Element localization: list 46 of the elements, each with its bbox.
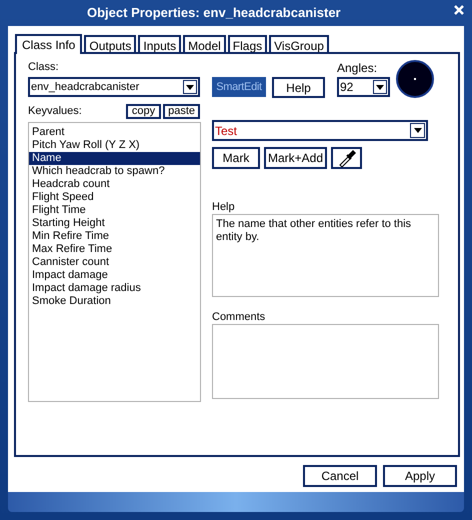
- tab[interactable]: Outputs: [84, 35, 136, 52]
- angles-label: Angles:: [337, 60, 378, 73]
- value-text: Test: [215, 122, 238, 140]
- value-dropdown[interactable]: Test: [212, 120, 428, 141]
- tab[interactable]: VisGroup: [269, 35, 329, 52]
- tab[interactable]: Class Info: [15, 34, 82, 54]
- eyedropper-icon: [336, 149, 356, 167]
- tab[interactable]: Model: [183, 35, 226, 52]
- keyvalues-label: Keyvalues:: [28, 104, 82, 119]
- angles-dropdown[interactable]: 92: [337, 77, 390, 97]
- class-dropdown[interactable]: env_headcrabcanister: [28, 77, 200, 97]
- class-value: env_headcrabcanister: [31, 80, 140, 95]
- window-title: Object Properties: env_headcrabcanister: [87, 4, 341, 22]
- keyvalue-item[interactable]: Impact damage: [29, 269, 200, 282]
- help-label: Help: [212, 200, 236, 213]
- angles-value: 92: [340, 79, 354, 96]
- keyvalue-item[interactable]: Parent: [29, 126, 200, 139]
- keyvalue-item[interactable]: Which headcrab to spawn?: [29, 165, 200, 178]
- tab[interactable]: Flags: [228, 35, 268, 52]
- angle-dial[interactable]: [396, 60, 434, 98]
- comments-field[interactable]: [212, 324, 439, 399]
- eyedropper-button[interactable]: [331, 147, 362, 169]
- keyvalue-item[interactable]: Flight Speed: [29, 191, 200, 204]
- smartedit-button[interactable]: SmartEdit: [212, 77, 266, 97]
- keyvalue-item[interactable]: Flight Time: [29, 204, 200, 217]
- copy-button[interactable]: copy: [126, 104, 162, 118]
- class-label: Class:: [28, 60, 60, 73]
- keyvalue-item[interactable]: Starting Height: [29, 217, 200, 230]
- keyvalue-item[interactable]: Headcrab count: [29, 178, 200, 191]
- paste-button[interactable]: paste: [163, 104, 200, 118]
- help-text: The name that other entities refer to this entity by.: [216, 218, 412, 244]
- comments-label: Comments: [212, 310, 266, 323]
- mark-button[interactable]: Mark: [212, 147, 260, 169]
- mark-button[interactable]: Mark+Add: [264, 147, 327, 169]
- keyvalue-item[interactable]: Cannister count: [29, 256, 200, 269]
- tab[interactable]: Inputs: [138, 35, 182, 52]
- keyvalue-item[interactable]: Name: [29, 152, 200, 165]
- dialog-button[interactable]: Apply: [383, 465, 457, 487]
- help-button[interactable]: Help: [272, 77, 325, 98]
- dialog-button[interactable]: Cancel: [303, 465, 377, 487]
- keyvalue-item[interactable]: Min Refire Time: [29, 230, 200, 243]
- keyvalue-item[interactable]: Impact damage radius: [29, 282, 200, 295]
- keyvalue-item[interactable]: Max Refire Time: [29, 243, 200, 256]
- keyvalue-item[interactable]: Smoke Duration: [29, 295, 200, 308]
- keyvalue-item[interactable]: Pitch Yaw Roll (Y Z X): [29, 139, 200, 152]
- close-icon[interactable]: [452, 3, 466, 17]
